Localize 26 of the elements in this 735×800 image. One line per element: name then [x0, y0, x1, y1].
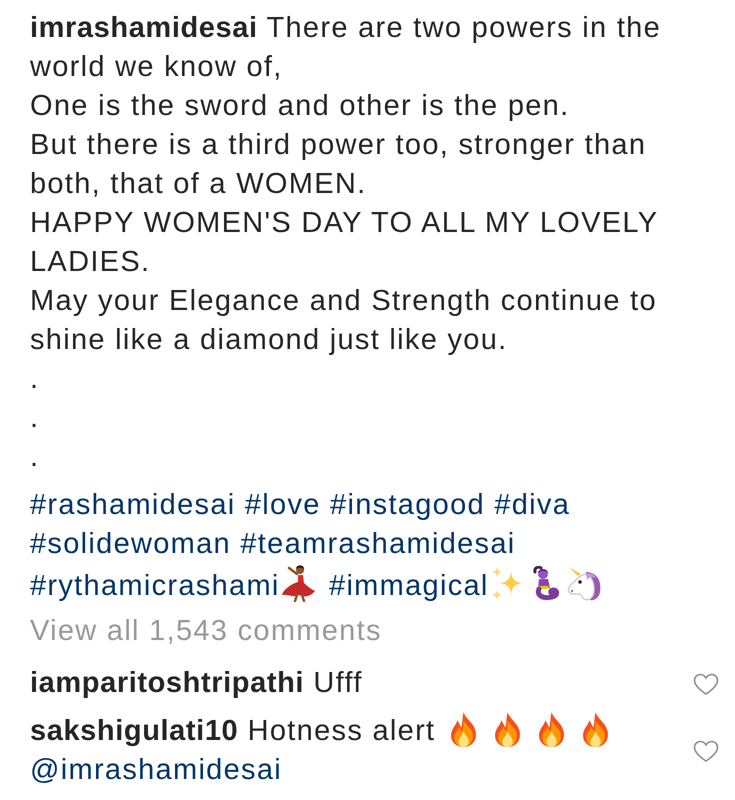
dancer-icon [280, 564, 315, 602]
hashtag-link[interactable]: #immagical [329, 570, 489, 602]
caption-text: . [30, 401, 40, 436]
caption-text: But there is a third power too, stronger than both, that of a WOMEN. [30, 128, 648, 202]
caption-text: imrashamidesai There are two powers in the world we know of, [30, 11, 662, 85]
heart-icon[interactable] [693, 672, 719, 694]
unicorn-icon [566, 566, 602, 602]
hashtag-link[interactable]: #rashamidesai [30, 489, 236, 521]
comment-text: Hotness alert [248, 715, 436, 747]
caption-text: . [30, 362, 40, 397]
caption-text: May your Elegance and Strength continue to shine like a diamond just like you. [30, 284, 658, 358]
hashtag-link[interactable]: #solidewoman [30, 528, 231, 560]
username-link[interactable]: imrashamidesai [30, 12, 258, 44]
caption-text: . [30, 440, 40, 475]
username-link[interactable]: iamparitoshtripathi [30, 667, 304, 699]
caption-text: HAPPY WOMEN'S DAY TO ALL MY LOVELY LADIES. [30, 206, 659, 280]
heart-icon[interactable] [693, 740, 719, 762]
hashtag-link[interactable]: #rythamicrashami [30, 570, 280, 602]
comment-text: Ufff [313, 667, 363, 699]
mention-link[interactable]: @imrashamidesai [30, 754, 282, 786]
caption-text: One is the sword and other is the pen. [30, 89, 570, 124]
hashtag-link[interactable]: #love [244, 489, 321, 521]
hashtag-link[interactable]: #teamrashamidesai [240, 528, 516, 560]
hashtag-link[interactable]: #diva [494, 489, 570, 521]
username-link[interactable]: sakshigulati10 [30, 715, 238, 747]
hashtag-link[interactable]: #instagood [330, 489, 485, 521]
